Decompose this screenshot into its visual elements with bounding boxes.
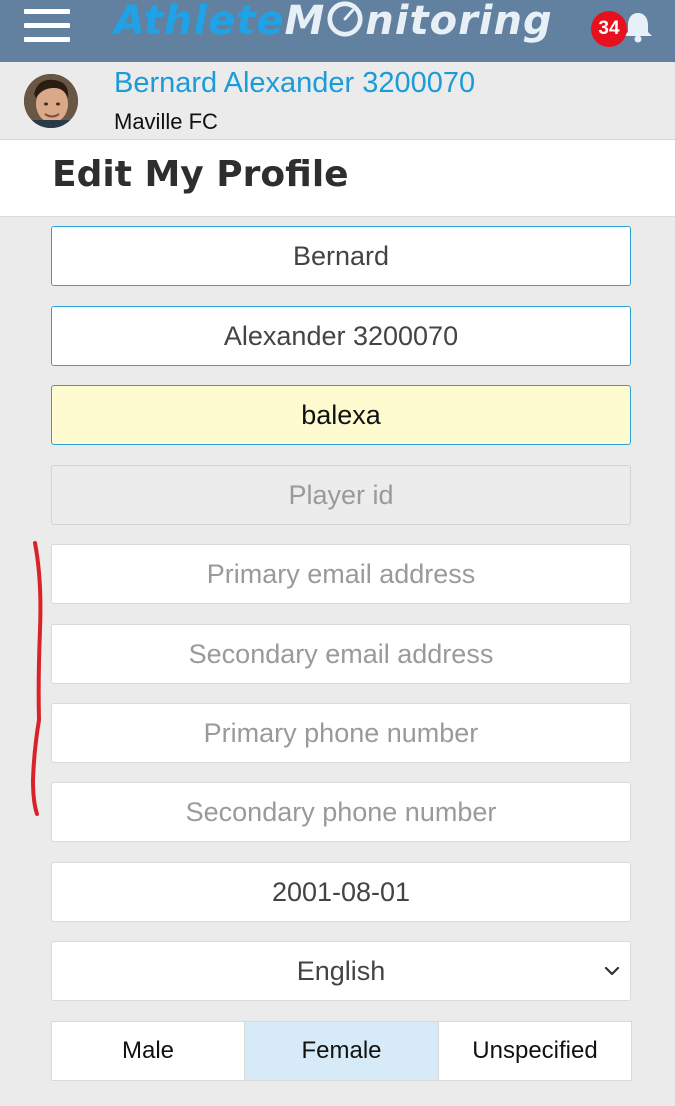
last-name-field[interactable]: [51, 306, 631, 366]
gender-option-female[interactable]: Female: [244, 1021, 439, 1081]
page-title: Edit My Profile: [52, 154, 349, 195]
top-bar: AthleteM nitoring 34: [0, 0, 675, 62]
chevron-down-icon: [604, 966, 620, 976]
profile-name[interactable]: Bernard Alexander 3200070: [114, 67, 475, 100]
secondary-phone-field[interactable]: [51, 782, 631, 842]
gender-option-label: Unspecified: [472, 1037, 598, 1064]
logo-text-athlete: Athlete: [114, 0, 285, 44]
secondary-email-field[interactable]: [51, 624, 631, 684]
app-logo[interactable]: AthleteM nitoring: [114, 0, 553, 46]
logo-text-nitoring: nitoring: [365, 0, 553, 44]
primary-email-field[interactable]: [51, 544, 631, 604]
gender-option-male[interactable]: Male: [51, 1021, 245, 1081]
avatar[interactable]: [24, 74, 78, 128]
language-select-box[interactable]: English: [51, 941, 631, 1001]
red-annotation-mark: [30, 541, 43, 816]
player-id-field[interactable]: [51, 465, 631, 525]
language-select[interactable]: English: [51, 941, 631, 1001]
gender-option-label: Male: [121, 1037, 175, 1064]
hamburger-menu-icon[interactable]: [24, 8, 70, 42]
gender-option-unspecified[interactable]: Unspecified: [438, 1021, 632, 1081]
language-selected-value: English: [296, 956, 386, 986]
profile-header: Bernard Alexander 3200070 Maville FC: [0, 62, 675, 140]
gender-option-label: Female: [301, 1037, 382, 1064]
first-name-field[interactable]: [51, 226, 631, 286]
username-field[interactable]: [51, 385, 631, 445]
avatar-photo-icon: [24, 74, 78, 128]
gauge-logo-icon: [327, 1, 363, 37]
logo-text-m: M: [284, 0, 326, 44]
notification-count-badge[interactable]: 34: [591, 11, 627, 47]
profile-team: Maville FC: [114, 109, 218, 134]
birth-date-field[interactable]: [51, 862, 631, 922]
page-title-bar: Edit My Profile: [0, 140, 675, 217]
primary-phone-field[interactable]: [51, 703, 631, 763]
